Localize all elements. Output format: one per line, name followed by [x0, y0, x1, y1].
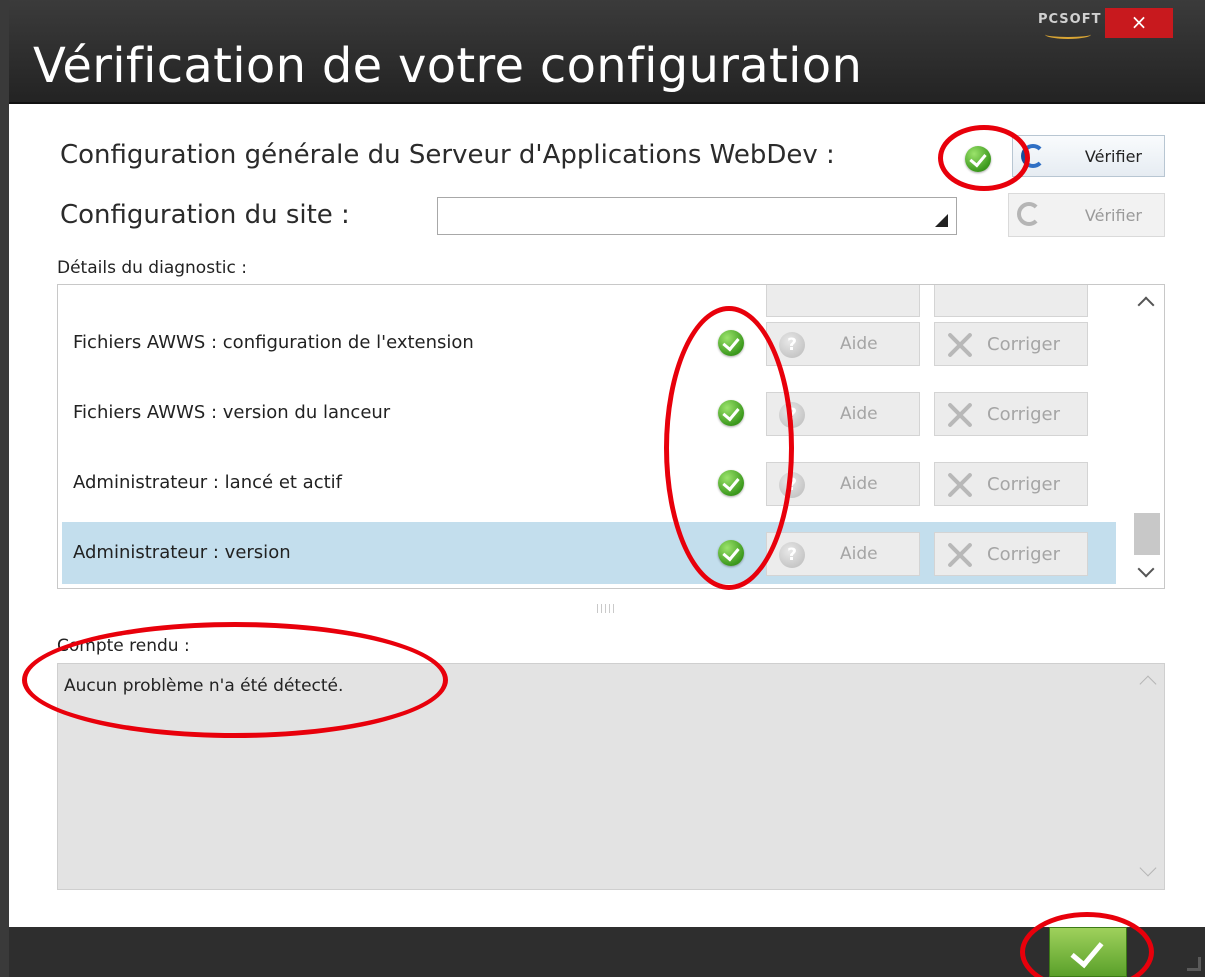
tools-icon	[945, 330, 975, 360]
footer-bar	[9, 927, 1205, 977]
window-border	[0, 0, 9, 977]
fix-button-label: Corriger	[987, 404, 1060, 425]
diagnostic-row-partial	[62, 285, 1116, 317]
dropdown-arrow-icon	[935, 214, 948, 227]
help-button[interactable]: ? Aide	[766, 392, 920, 436]
fix-button[interactable]: Corriger	[934, 532, 1088, 576]
logo-swoosh	[1045, 30, 1091, 39]
fix-button[interactable]: Corriger	[934, 392, 1088, 436]
site-config-label: Configuration du site :	[60, 200, 350, 230]
general-config-status-check-icon	[965, 146, 991, 172]
window-title: Vérification de votre configuration	[33, 38, 863, 94]
help-icon: ?	[779, 402, 805, 428]
refresh-icon	[1021, 144, 1045, 168]
fix-button-label: Corriger	[987, 474, 1060, 495]
check-icon	[1070, 933, 1104, 969]
diagnostic-scrollbar[interactable]	[1132, 285, 1164, 587]
help-button-label: Aide	[840, 404, 878, 424]
report-label: Compte rendu :	[57, 636, 190, 656]
verify-general-label: Vérifier	[1084, 146, 1142, 166]
fix-button[interactable]: Corriger	[934, 462, 1088, 506]
scrollbar-thumb[interactable]	[1134, 513, 1160, 555]
report-textarea[interactable]: Aucun problème n'a été détecté.	[57, 663, 1165, 890]
ok-button[interactable]	[1049, 927, 1127, 977]
fix-button-label: Corriger	[987, 544, 1060, 565]
check-icon	[718, 470, 744, 496]
chevron-down-icon[interactable]	[1139, 859, 1157, 877]
configuration-check-window: Vérification de votre configuration PCSO…	[0, 0, 1205, 977]
splitter-grip[interactable]: |||||	[596, 604, 616, 614]
diagnostic-row-text: Administrateur : version	[73, 542, 291, 563]
chevron-up-icon[interactable]	[1139, 675, 1157, 693]
diagnostic-row-text: Fichiers AWWS : configuration de l'exten…	[73, 332, 474, 353]
fix-button-label: Corriger	[987, 334, 1060, 355]
site-select[interactable]	[437, 197, 957, 235]
help-icon: ?	[779, 332, 805, 358]
check-icon	[718, 540, 744, 566]
resize-grip-icon[interactable]	[1187, 957, 1201, 971]
title-bar: Vérification de votre configuration PCSO…	[9, 0, 1205, 104]
check-icon	[718, 400, 744, 426]
diagnostic-row-selected[interactable]: Administrateur : version ? Aide Corriger	[62, 522, 1116, 584]
general-config-label: Configuration générale du Serveur d'Appl…	[60, 140, 835, 170]
diagnostic-row[interactable]: Fichiers AWWS : configuration de l'exten…	[62, 312, 1116, 374]
close-button[interactable]: ×	[1105, 8, 1173, 38]
help-icon: ?	[779, 472, 805, 498]
help-button[interactable]: ? Aide	[766, 322, 920, 366]
diagnostic-label: Détails du diagnostic :	[57, 258, 247, 278]
tools-icon	[945, 400, 975, 430]
chevron-up-icon[interactable]	[1137, 296, 1155, 314]
check-icon	[718, 330, 744, 356]
help-icon: ?	[779, 542, 805, 568]
fix-button[interactable]: Corriger	[934, 322, 1088, 366]
refresh-icon	[1017, 202, 1041, 226]
tools-icon	[945, 470, 975, 500]
help-button-label: Aide	[840, 544, 878, 564]
diagnostic-row[interactable]: Administrateur : lancé et actif ? Aide C…	[62, 452, 1116, 514]
help-button-label: Aide	[840, 474, 878, 494]
pcsoft-logo: PCSOFT	[1038, 12, 1102, 27]
chevron-down-icon[interactable]	[1137, 560, 1155, 578]
verify-site-label: Vérifier	[1084, 205, 1142, 225]
help-button-label: Aide	[840, 334, 878, 354]
diagnostic-list: Fichiers AWWS : configuration de l'exten…	[57, 284, 1165, 589]
diagnostic-row[interactable]: Fichiers AWWS : version du lanceur ? Aid…	[62, 382, 1116, 444]
diagnostic-row-text: Fichiers AWWS : version du lanceur	[73, 402, 391, 423]
tools-icon	[945, 540, 975, 570]
verify-general-button[interactable]: Vérifier	[1012, 135, 1165, 177]
close-icon: ×	[1130, 10, 1148, 34]
help-button[interactable]: ? Aide	[766, 532, 920, 576]
help-button[interactable]: ? Aide	[766, 462, 920, 506]
verify-site-button[interactable]: Vérifier	[1008, 193, 1165, 237]
report-text: Aucun problème n'a été détecté.	[64, 676, 344, 696]
diagnostic-row-text: Administrateur : lancé et actif	[73, 472, 342, 493]
